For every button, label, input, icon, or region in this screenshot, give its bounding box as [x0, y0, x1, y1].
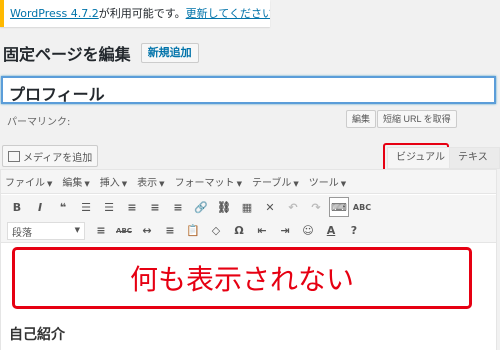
format-select[interactable]: 段落 ▼ — [7, 221, 85, 240]
horizontal-line-icon[interactable]: ≡ — [91, 221, 111, 241]
undo-icon[interactable]: ↶ — [283, 197, 303, 217]
update-link[interactable]: 更新してください。 — [186, 7, 270, 20]
align-left-icon[interactable]: ≡ — [122, 197, 142, 217]
page-title: 固定ページを編集 — [3, 45, 131, 64]
add-media-button[interactable]: メディアを追加 — [2, 145, 99, 167]
toolbar-row-1: B I ❝ ☰ ☰ ≡ ≡ ≡ 🔗 ⛓ ▦ ✕ ↶ ↷ ⌨ ABC — [1, 195, 496, 219]
fullscreen-icon[interactable]: ✕ — [260, 197, 280, 217]
table-icon[interactable]: ▦ — [237, 197, 257, 217]
editor: ファイル ▼ 編集 ▼ 挿入 ▼ 表示 ▼ フォーマット ▼ テーブル ▼ ツール ▼ B I… — [0, 169, 497, 350]
link-icon[interactable]: 🔗 — [191, 197, 211, 217]
tab-visual[interactable]: ビジュアル — [387, 147, 454, 169]
notice-message: が利用可能です。 — [98, 7, 186, 20]
media-icon — [8, 150, 20, 162]
special-char-icon[interactable]: Ω — [229, 221, 249, 241]
post-title-input[interactable]: プロフィール — [1, 76, 496, 104]
format-select-value: 段落 — [12, 227, 32, 239]
menu-insert[interactable]: 挿入 ▼ — [100, 174, 127, 189]
menu-tools[interactable]: ツール ▼ — [309, 174, 346, 189]
indent-icon[interactable]: ⇥ — [275, 221, 295, 241]
unlink-icon[interactable]: ⛓ — [214, 197, 234, 217]
menu-table[interactable]: テーブル ▼ — [252, 174, 299, 189]
wordpress-version-link[interactable]: WordPress 4.7.2 — [10, 7, 99, 20]
text-color-icon[interactable]: A — [321, 221, 341, 241]
page-header: 固定ページを編集 新規追加 — [3, 42, 199, 64]
add-media-label: メディアを追加 — [23, 152, 93, 164]
redo-icon[interactable]: ↷ — [306, 197, 326, 217]
add-new-button[interactable]: 新規追加 — [140, 43, 199, 63]
outdent-icon[interactable]: ⇤ — [252, 221, 272, 241]
menu-view[interactable]: 表示 ▼ — [137, 174, 164, 189]
toolbar-row-2: 段落 ▼ ≡ ABC ↔ ≡ 📋 ◇ Ω ⇤ ⇥ ☺ A ? — [1, 219, 496, 243]
editor-content[interactable]: 何も表示されない 自己紹介 — [1, 244, 496, 350]
permalink-label: パーマリンク: — [7, 117, 71, 128]
content-subheading: 自己紹介 — [9, 327, 65, 343]
permalink-row: パーマリンク: 編集 短縮 URL を取得 — [7, 110, 497, 130]
justify-icon[interactable]: ↔ — [137, 221, 157, 241]
get-shortlink-button[interactable]: 短縮 URL を取得 — [377, 110, 457, 128]
strikethrough-icon[interactable]: ABC — [114, 221, 134, 241]
annotation-callout: 何も表示されない — [12, 247, 472, 309]
clear-format-icon[interactable]: ◇ — [206, 221, 226, 241]
update-notice: WordPress 4.7.2が利用可能です。更新してください。 — [0, 0, 270, 27]
bold-icon[interactable]: B — [7, 197, 27, 217]
spellcheck-icon[interactable]: ABC — [352, 197, 372, 217]
tab-text[interactable]: テキスト — [449, 147, 500, 183]
align-right-icon[interactable]: ≡ — [168, 197, 188, 217]
help-icon[interactable]: ? — [344, 221, 364, 241]
bullet-list-icon[interactable]: ☰ — [76, 197, 96, 217]
align-justify-icon[interactable]: ≡ — [160, 221, 180, 241]
blockquote-icon[interactable]: ❝ — [53, 197, 73, 217]
menu-edit[interactable]: 編集 ▼ — [62, 174, 89, 189]
menu-file[interactable]: ファイル ▼ — [5, 174, 52, 189]
emoticon-icon[interactable]: ☺ — [298, 221, 318, 241]
paste-text-icon[interactable]: 📋 — [183, 221, 203, 241]
editor-menubar: ファイル ▼ 編集 ▼ 挿入 ▼ 表示 ▼ フォーマット ▼ テーブル ▼ ツール ▼ — [1, 170, 496, 194]
numbered-list-icon[interactable]: ☰ — [99, 197, 119, 217]
toolbar-toggle-icon[interactable]: ⌨ — [329, 197, 349, 217]
menu-format[interactable]: フォーマット ▼ — [175, 174, 242, 189]
permalink-edit-button[interactable]: 編集 — [346, 110, 377, 128]
italic-icon[interactable]: I — [30, 197, 50, 217]
align-center-icon[interactable]: ≡ — [145, 197, 165, 217]
